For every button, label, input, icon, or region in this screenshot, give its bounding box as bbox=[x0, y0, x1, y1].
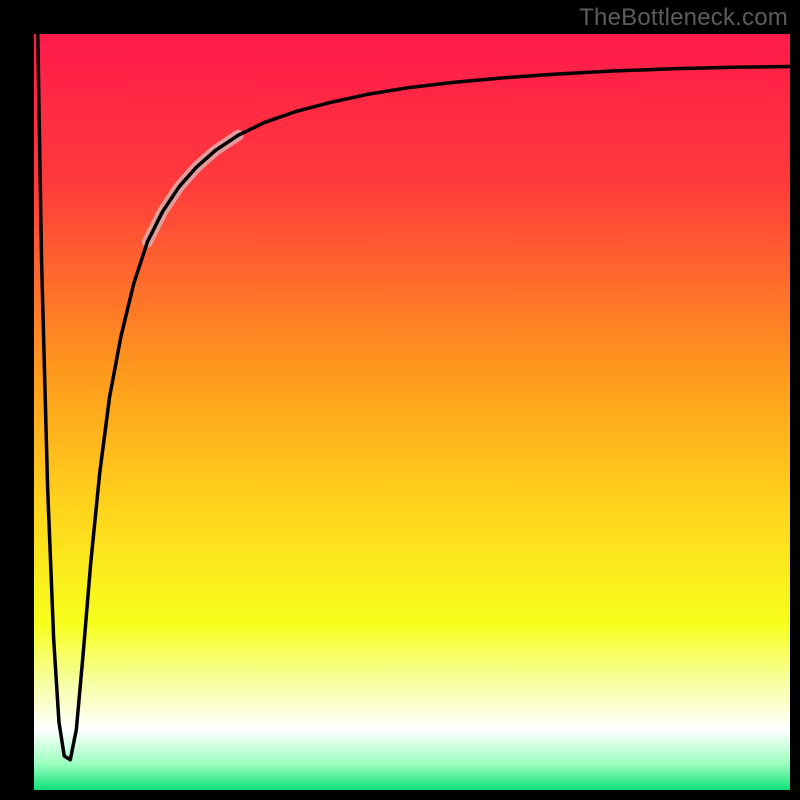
watermark-label: TheBottleneck.com bbox=[579, 4, 788, 32]
gradient-background bbox=[34, 34, 790, 790]
chart-frame: TheBottleneck.com bbox=[0, 0, 800, 800]
plot-svg bbox=[34, 34, 790, 790]
plot-area bbox=[34, 34, 790, 790]
